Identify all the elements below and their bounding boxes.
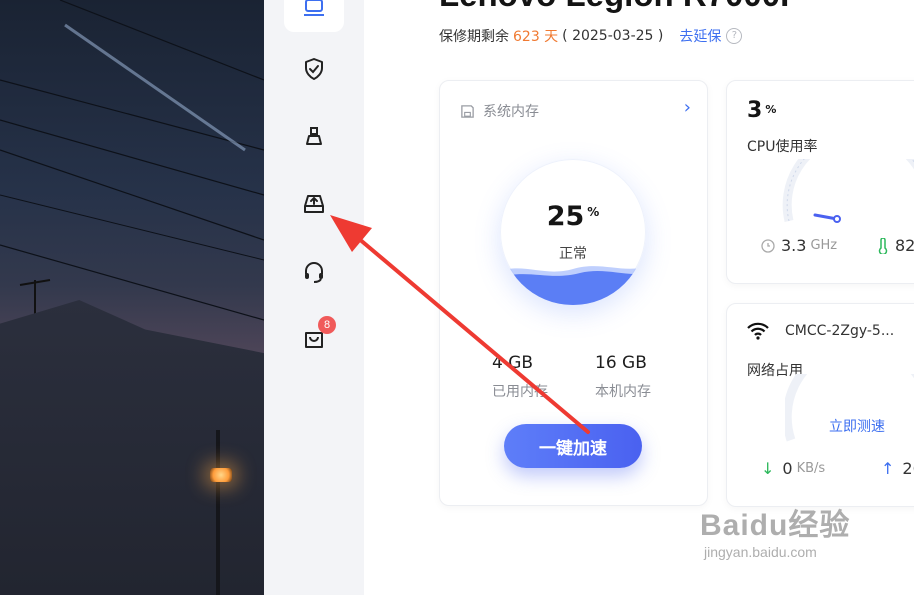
- memory-status: 正常: [559, 246, 587, 262]
- drive-upload-icon: [304, 195, 324, 213]
- memory-header-label: 系统内存: [483, 104, 539, 120]
- memory-card: 系统内存 › 25% 正常 4 GB 已用内存 16 GB 本机内存 一键加速: [439, 80, 708, 506]
- cpu-frequency: 3.3 GHz: [761, 236, 837, 255]
- shield-check-icon: [305, 58, 323, 80]
- memory-wave: [500, 266, 646, 305]
- save-icon: [461, 104, 474, 118]
- wifi-ssid: CMCC-2Zgy-5...: [785, 323, 895, 339]
- warranty-date: ( 2025-03-25 ): [562, 28, 664, 44]
- lamp-post: [216, 430, 220, 595]
- sidebar-item-drivers[interactable]: [284, 180, 344, 228]
- speed-test-link[interactable]: 立即测速: [829, 416, 885, 436]
- laptop-icon: [304, 0, 324, 16]
- cpu-usage-label: CPU使用率: [747, 139, 818, 155]
- network-card: CMCC-2Zgy-5... 网络占用 立即测速 ↓ 0KB/s ↑ 26: [726, 303, 914, 507]
- wifi-network: CMCC-2Zgy-5...: [747, 322, 894, 340]
- download-speed: ↓ 0 KB/s: [761, 459, 826, 478]
- clock-icon: [761, 238, 775, 253]
- sidebar-item-shop[interactable]: 8: [284, 314, 344, 362]
- cpu-gauge: [782, 159, 914, 223]
- watermark-logo: Baidu经验: [700, 509, 851, 542]
- sidebar-item-support[interactable]: [284, 248, 344, 296]
- street-lamp: [210, 468, 232, 482]
- used-memory-value: 4 GB: [492, 353, 534, 373]
- warranty-days: 623 天: [513, 29, 559, 45]
- watermark-url: jingyan.baidu.com: [704, 544, 817, 560]
- boost-button[interactable]: 一键加速: [504, 424, 642, 468]
- device-title: Lenovo Legion R7000P: [439, 0, 802, 14]
- sidebar-item-security[interactable]: [284, 45, 344, 93]
- cpu-temperature: 82: [877, 236, 914, 255]
- extend-warranty-link[interactable]: 去延保: [679, 26, 721, 46]
- total-memory-label: 本机内存: [595, 384, 651, 400]
- sidebar-item-device[interactable]: [284, 0, 344, 32]
- headset-icon: [305, 262, 323, 283]
- upload-speed: ↑ 26: [881, 459, 914, 478]
- notification-badge: 8: [318, 316, 336, 334]
- chevron-right-icon[interactable]: ›: [684, 97, 691, 118]
- arrow-up-icon: ↑: [881, 459, 895, 478]
- memory-gauge: 25% 正常: [500, 159, 646, 305]
- used-memory-label: 已用内存: [492, 384, 548, 400]
- cleaning-brush-icon: [306, 127, 322, 145]
- desktop-wallpaper: [0, 0, 264, 595]
- warranty-label: 保修期剩余: [439, 29, 509, 45]
- sidebar: 8: [264, 0, 364, 595]
- memory-percent: 25%: [546, 201, 600, 232]
- arrow-down-icon: ↓: [761, 459, 775, 478]
- thermometer-icon: [878, 237, 888, 254]
- wifi-icon: [747, 322, 769, 340]
- total-memory-value: 16 GB: [595, 353, 647, 373]
- cpu-card: 3% CPU使用率 3.3 GHz 82: [726, 80, 914, 284]
- cpu-percent: 3%: [747, 98, 777, 123]
- baidu-watermark: Baidu经验 jingyan.baidu.com: [700, 500, 850, 560]
- help-icon[interactable]: ?: [726, 28, 743, 44]
- sidebar-item-cleanup[interactable]: [284, 113, 344, 161]
- screen: 8 Lenovo Legion R7000P 保修期剩余 623 天 ( 202…: [0, 0, 914, 595]
- memory-header: 系统内存: [460, 101, 539, 121]
- warranty-info: 保修期剩余 623 天 ( 2025-03-25 ) 去延保 ?: [439, 26, 743, 46]
